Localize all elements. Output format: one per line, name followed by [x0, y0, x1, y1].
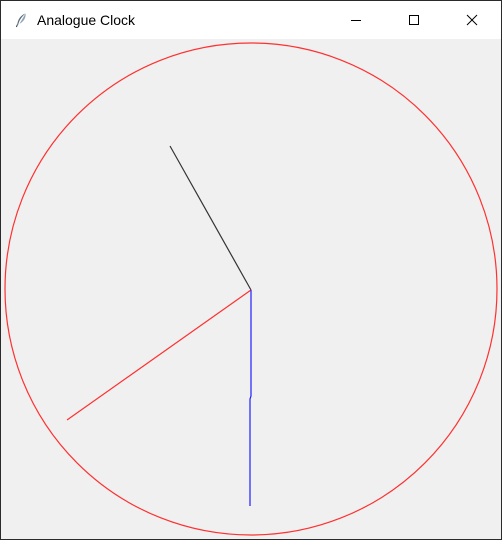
- hour-hand: [169, 145, 252, 291]
- window-controls: [327, 1, 501, 39]
- close-button[interactable]: [443, 1, 501, 39]
- clock-canvas: [1, 39, 501, 539]
- close-icon: [466, 14, 478, 26]
- app-window: Analogue Clock: [0, 0, 502, 540]
- feather-icon: [13, 12, 29, 28]
- maximize-button[interactable]: [385, 1, 443, 39]
- window-title: Analogue Clock: [37, 12, 136, 28]
- minimize-icon: [351, 20, 361, 21]
- title-bar[interactable]: Analogue Clock: [1, 1, 501, 39]
- minimize-button[interactable]: [327, 1, 385, 39]
- maximize-icon: [409, 15, 419, 25]
- minute-hand: [66, 289, 252, 421]
- second-hand: [249, 290, 252, 506]
- clock-svg: [4, 42, 498, 536]
